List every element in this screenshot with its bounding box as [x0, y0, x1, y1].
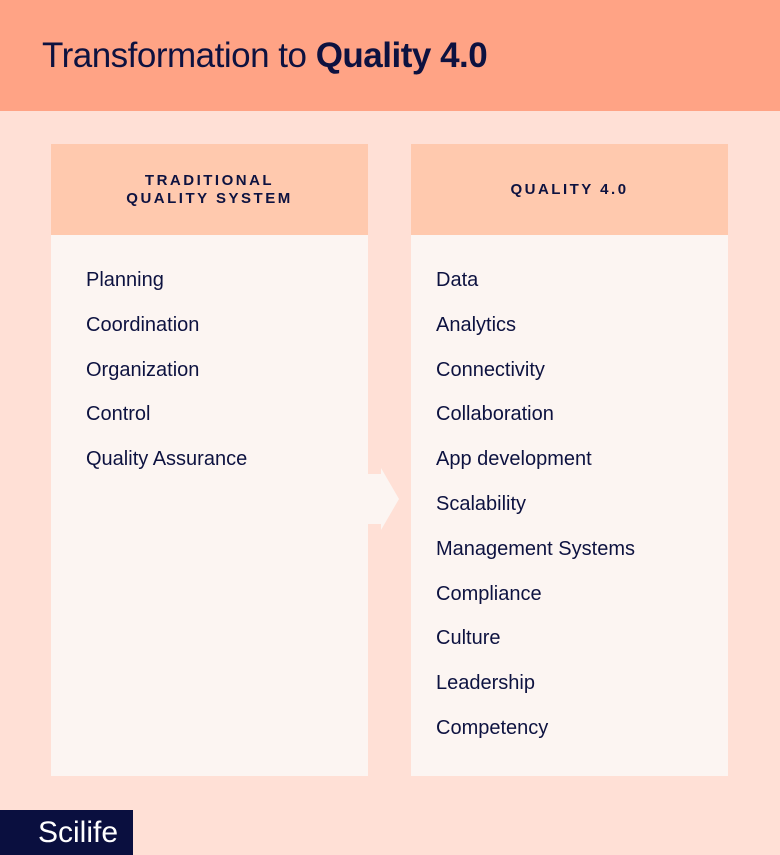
traditional-items-list: Planning Coordination Organization Contr…: [86, 266, 247, 490]
column-heading-line: QUALITY SYSTEM: [126, 189, 293, 207]
list-item: Culture: [436, 627, 501, 650]
list-item: Organization: [86, 358, 200, 381]
list-item: Collaboration: [436, 403, 554, 426]
list-item: Management Systems: [436, 537, 635, 560]
list-item: App development: [436, 448, 592, 471]
column-heading-line: TRADITIONAL: [144, 171, 275, 189]
column-heading: TRADITIONAL QUALITY SYSTEM: [51, 144, 368, 235]
list-item: Compliance: [436, 582, 542, 605]
scilife-logo: Scilife: [0, 810, 133, 855]
list-item: Quality Assurance: [86, 448, 248, 471]
quality-4-items-list: Data Analytics Connectivity Collaboratio…: [436, 266, 635, 759]
page-title: Transformation to Quality 4.0: [42, 36, 488, 76]
title-regular: Transformation to: [42, 36, 316, 75]
list-item: Analytics: [436, 313, 517, 336]
list-item: Planning: [86, 269, 164, 291]
list-item: Data: [436, 269, 479, 291]
quality-4-column: QUALITY 4.0 Data Analytics Connectivity …: [411, 144, 728, 776]
title-bold: Quality 4.0: [315, 36, 488, 75]
arrow-right-icon: [368, 468, 399, 530]
column-heading-line: QUALITY 4.0: [510, 180, 629, 198]
traditional-quality-column: TRADITIONAL QUALITY SYSTEM Planning Coor…: [51, 144, 368, 776]
column-heading: QUALITY 4.0: [411, 144, 728, 235]
header-banner: Transformation to Quality 4.0: [0, 0, 780, 111]
list-item: Control: [86, 403, 151, 426]
list-item: Leadership: [436, 672, 535, 695]
list-item: Competency: [436, 716, 549, 739]
list-item: Connectivity: [436, 358, 545, 381]
list-item: Coordination: [86, 313, 200, 336]
list-item: Scalability: [436, 492, 527, 515]
